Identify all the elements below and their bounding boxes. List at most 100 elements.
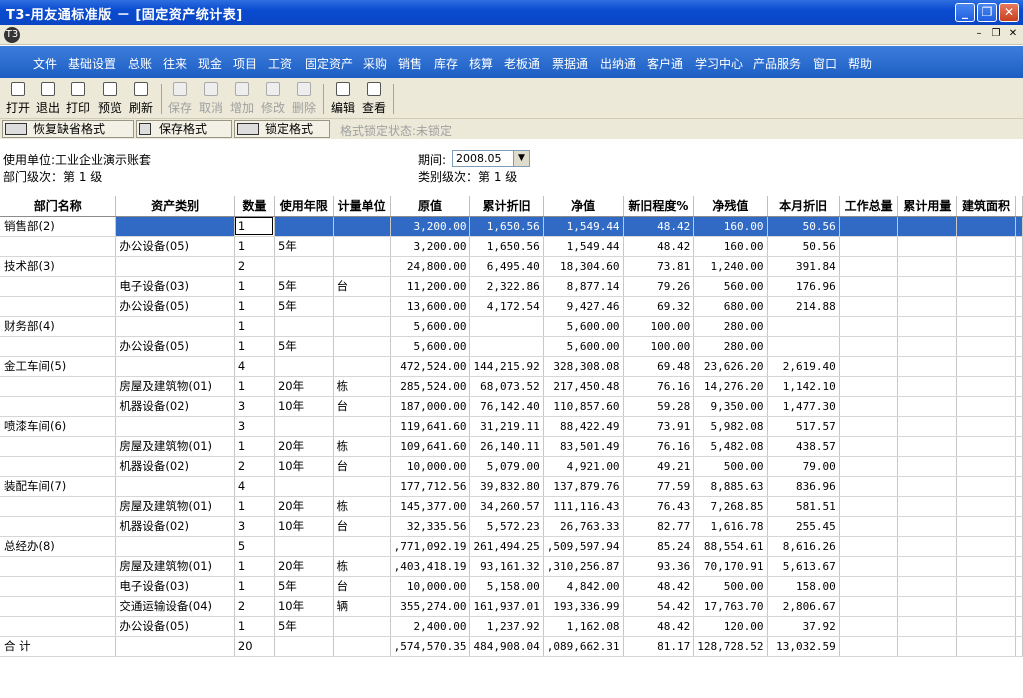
table-cell[interactable] [956, 316, 1016, 337]
table-cell[interactable] [839, 296, 899, 317]
table-cell[interactable] [956, 376, 1016, 397]
table-cell[interactable] [115, 636, 235, 657]
table-cell[interactable]: 电子设备(03) [115, 576, 235, 597]
table-cell[interactable] [839, 336, 899, 357]
table-cell[interactable]: 280.00 [693, 336, 768, 357]
table-cell[interactable] [115, 476, 235, 497]
table-cell[interactable]: 1,650.56 [469, 216, 544, 237]
menu-file[interactable]: 文件 [33, 55, 57, 72]
table-cell[interactable]: 5 [234, 536, 275, 557]
table-cell[interactable]: 193,336.99 [543, 596, 624, 617]
table-cell[interactable]: 50.56 [767, 216, 840, 237]
table-cell[interactable] [956, 596, 1016, 617]
table-cell[interactable]: 31,219.11 [469, 416, 544, 437]
table-cell[interactable]: 93,161.32 [469, 556, 544, 577]
table-cell[interactable]: 总经办(8) [0, 536, 117, 557]
save-button[interactable]: 保存 [165, 82, 195, 116]
table-cell[interactable]: 81.17 [623, 636, 695, 657]
column-header[interactable]: 部门名称 [0, 196, 117, 217]
table-cell[interactable] [839, 396, 899, 417]
table-cell[interactable]: 69.48 [623, 356, 695, 377]
table-cell[interactable]: 18,304.60 [543, 256, 624, 277]
table-cell[interactable]: 217,450.48 [543, 376, 624, 397]
table-cell[interactable]: 3 [234, 516, 275, 537]
table-cell[interactable] [956, 456, 1016, 477]
table-cell[interactable]: 48.42 [623, 216, 695, 237]
table-cell[interactable]: 13,032.59 [767, 636, 840, 657]
table-cell[interactable] [839, 236, 899, 257]
table-cell[interactable] [897, 556, 958, 577]
menu-bill-tools[interactable]: 票据通 [552, 55, 588, 72]
table-cell[interactable]: 581.51 [767, 496, 840, 517]
table-cell[interactable]: 88,554.61 [693, 536, 768, 557]
table-cell[interactable]: 2 [234, 256, 275, 277]
table-cell[interactable]: 14,276.20 [693, 376, 768, 397]
table-cell[interactable]: 83,501.49 [543, 436, 624, 457]
table-cell[interactable] [0, 616, 117, 637]
table-cell[interactable]: 5年 [274, 616, 334, 637]
table-cell[interactable]: 20年 [274, 496, 334, 517]
table-cell[interactable] [333, 356, 391, 377]
table-cell[interactable] [956, 516, 1016, 537]
table-cell[interactable]: 88,422.49 [543, 416, 624, 437]
table-row[interactable]: 机器设备(02) 3 10年台 32,335.56 5,572.23 26,763.33 8… [0, 516, 1023, 537]
table-cell[interactable]: 金工车间(5) [0, 356, 117, 377]
table-cell[interactable]: 79.00 [767, 456, 840, 477]
table-cell[interactable] [274, 356, 334, 377]
table-cell[interactable] [956, 396, 1016, 417]
table-cell[interactable]: 5,982.08 [693, 416, 768, 437]
table-cell[interactable]: 4,842.00 [543, 576, 624, 597]
table-row-department[interactable]: 销售部(2) 1 3,200.00 1,650.56 1,549.44 48.42 160.… [0, 216, 1023, 237]
table-cell[interactable] [0, 516, 117, 537]
table-cell[interactable] [956, 336, 1016, 357]
table-cell[interactable]: 办公设备(05) [115, 296, 235, 317]
table-cell[interactable]: 台 [333, 576, 391, 597]
table-cell[interactable]: 49.21 [623, 456, 695, 477]
table-cell[interactable] [897, 596, 958, 617]
table-cell[interactable]: 37.92 [767, 616, 840, 637]
table-cell[interactable]: 财务部(4) [0, 316, 117, 337]
menu-general-ledger[interactable]: 总账 [128, 55, 152, 72]
table-cell[interactable]: 房屋及建筑物(01) [115, 496, 235, 517]
table-cell[interactable]: 85.24 [623, 536, 695, 557]
menu-fixed-assets[interactable]: 固定资产 [305, 55, 353, 72]
table-cell[interactable] [274, 476, 334, 497]
table-cell[interactable] [897, 616, 958, 637]
table-cell[interactable]: 73.91 [623, 416, 695, 437]
column-header[interactable]: 净残值 [693, 196, 768, 217]
menu-project[interactable]: 项目 [233, 55, 257, 72]
table-cell[interactable]: 73.81 [623, 256, 695, 277]
mdi-restore-button[interactable]: ❐ [989, 28, 1003, 41]
menu-sales[interactable]: 销售 [398, 55, 422, 72]
table-row-department[interactable]: 装配车间(7) 4 177,712.56 39,832.80 137,879.76 77.… [0, 476, 1023, 497]
table-cell[interactable]: 9,427.46 [543, 296, 624, 317]
table-cell[interactable]: 158.00 [767, 576, 840, 597]
table-cell[interactable]: 5年 [274, 336, 334, 357]
table-row-department[interactable]: 喷漆车间(6) 3 119,641.60 31,219.11 88,422.49 73.9… [0, 416, 1023, 437]
table-row[interactable]: 交通运输设备(04) 2 10年辆 355,274.00 161,937.01 193,3… [0, 596, 1023, 617]
table-cell[interactable]: 电子设备(03) [115, 276, 235, 297]
table-cell[interactable]: 77.59 [623, 476, 695, 497]
table-cell[interactable]: 8,877.14 [543, 276, 624, 297]
table-cell[interactable] [897, 396, 958, 417]
table-cell[interactable]: 1,549.44 [543, 216, 624, 237]
table-cell[interactable] [956, 416, 1016, 437]
menu-cash[interactable]: 现金 [198, 55, 222, 72]
table-cell[interactable]: 680.00 [693, 296, 768, 317]
table-cell[interactable] [839, 576, 899, 597]
table-cell[interactable] [956, 616, 1016, 637]
table-cell[interactable]: 500.00 [693, 576, 768, 597]
table-cell[interactable]: 161,937.01 [469, 596, 544, 617]
menu-receivables[interactable]: 往来 [163, 55, 187, 72]
table-cell[interactable]: 房屋及建筑物(01) [115, 436, 235, 457]
table-cell[interactable]: 5,158.00 [469, 576, 544, 597]
table-cell[interactable]: 机器设备(02) [115, 456, 235, 477]
table-cell[interactable] [956, 276, 1016, 297]
table-cell[interactable] [333, 536, 391, 557]
table-cell[interactable]: 500.00 [693, 456, 768, 477]
table-row[interactable]: 办公设备(05) 1 5年 13,600.00 4,172.54 9,427.46 69.3… [0, 296, 1023, 317]
table-cell[interactable] [956, 436, 1016, 457]
menu-customer-tools[interactable]: 客户通 [647, 55, 683, 72]
table-cell[interactable]: 261,494.25 [469, 536, 544, 557]
add-button[interactable]: 增加 [227, 82, 257, 116]
